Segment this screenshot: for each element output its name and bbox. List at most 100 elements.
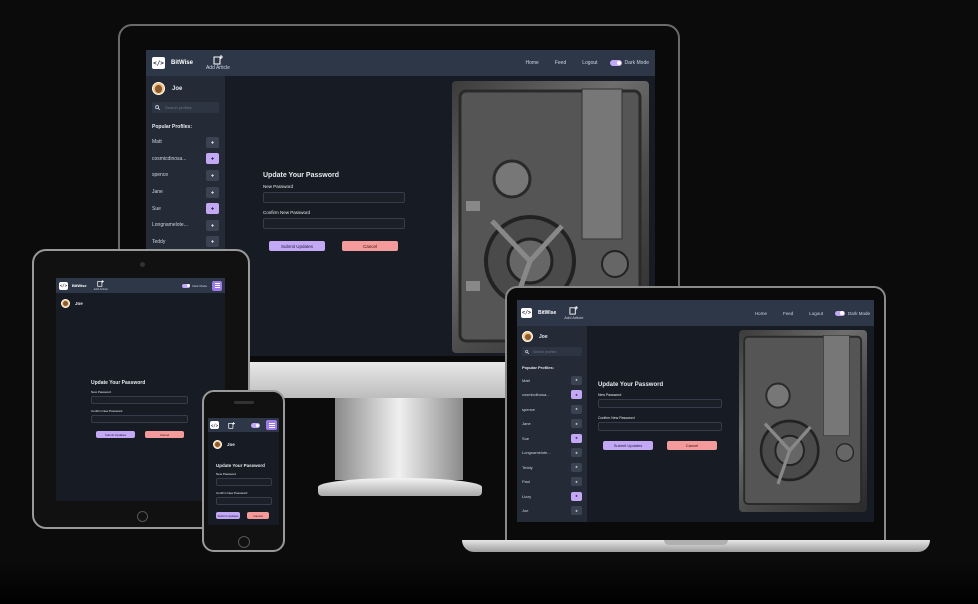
dark-mode-toggle[interactable] (182, 283, 191, 288)
profile-list-item[interactable]: Jane ✚ (152, 184, 219, 201)
profile-name: Matt (152, 139, 162, 146)
search-icon (155, 105, 160, 110)
search-icon (525, 349, 529, 354)
confirm-password-field[interactable] (216, 497, 272, 505)
profile-list-item[interactable]: Teddy ✚ (522, 460, 582, 475)
hamburger-icon[interactable] (212, 280, 222, 291)
profile-list-item[interactable]: spence ✚ (522, 402, 582, 417)
brand-name[interactable]: BitWise (171, 60, 193, 66)
follow-user-icon[interactable]: ✚ (571, 404, 582, 414)
add-article-link[interactable]: Add Article (94, 280, 108, 291)
profile-list-item[interactable]: cosmicdinosa... ✚ (152, 151, 219, 168)
dark-mode-toggle[interactable] (834, 310, 845, 316)
profile-name: spence (522, 406, 535, 412)
follow-user-icon[interactable]: ✚ (206, 236, 219, 248)
tablet-screen: </> BitWise Add Article Dark Mode Joe Up… (56, 278, 225, 501)
nav-logout[interactable]: Logout (582, 60, 597, 66)
navbar: </> BitWise Add Article Home Feed Logout… (517, 300, 874, 326)
confirm-password-field[interactable] (263, 218, 405, 229)
profile-name: Jane (522, 421, 531, 427)
profile-list-item[interactable]: Joe ✚ (522, 504, 582, 519)
profile-name: Paul (522, 479, 531, 485)
profile-list-item[interactable]: Sue ✚ (152, 200, 219, 217)
user-profile[interactable]: Joe (61, 299, 83, 308)
follow-user-icon[interactable]: ✚ (571, 390, 582, 400)
logo-icon[interactable]: </> (210, 421, 219, 429)
follow-user-icon[interactable]: ✚ (571, 448, 582, 458)
profile-list-item[interactable]: Longnamelote... ✚ (152, 217, 219, 234)
follow-user-icon[interactable]: ✚ (571, 477, 582, 487)
new-password-field[interactable] (263, 192, 405, 203)
submit-button[interactable]: Submit Updates (96, 431, 135, 438)
submit-button[interactable]: Submit Updates (603, 441, 653, 450)
profile-name: cosmicdinosa... (522, 392, 550, 398)
profile-list-item[interactable]: Jane ✚ (522, 417, 582, 432)
nav-feed[interactable]: Feed (783, 311, 793, 316)
follow-user-icon[interactable]: ✚ (571, 462, 582, 472)
follow-user-icon[interactable]: ✚ (206, 219, 219, 231)
follow-user-icon[interactable]: ✚ (206, 186, 219, 198)
profile-list-item[interactable]: spence ✚ (152, 167, 219, 184)
new-password-field[interactable] (91, 396, 188, 404)
add-article-link[interactable]: Add Article (564, 306, 583, 320)
dark-mode-toggle[interactable] (609, 60, 622, 66)
follow-user-icon[interactable]: ✚ (571, 491, 582, 501)
logo-icon[interactable]: </> (59, 281, 68, 290)
profile-list-item[interactable]: Longnamelote... ✚ (522, 446, 582, 461)
document-plus-icon[interactable] (228, 421, 235, 429)
profile-name: Lizzy (522, 493, 532, 499)
submit-button[interactable]: Submit Updates (216, 512, 240, 519)
follow-user-icon[interactable]: ✚ (206, 153, 219, 165)
nav-home[interactable]: Home (526, 60, 539, 66)
follow-user-icon[interactable]: ✚ (571, 433, 582, 443)
nav-home[interactable]: Home (755, 311, 767, 316)
username: Joe (172, 85, 183, 92)
hamburger-icon[interactable] (266, 420, 277, 430)
brand-name[interactable]: BitWise (538, 310, 556, 316)
confirm-password-label: Confirm New Password (598, 416, 635, 420)
brand-name[interactable]: BitWise (72, 283, 87, 288)
new-password-label: New Password (598, 393, 622, 397)
add-article-link[interactable]: Add Article (206, 55, 230, 71)
profile-list-item[interactable]: Sue ✚ (522, 431, 582, 446)
laptop-screen: </> BitWise Add Article Home Feed Logout… (517, 300, 874, 522)
profile-list-item[interactable]: Teddy ✚ (152, 234, 219, 251)
new-password-label: New Password (216, 472, 237, 476)
logo-icon[interactable]: </> (152, 57, 165, 69)
confirm-password-field[interactable] (598, 422, 722, 431)
profile-name: Longnamelote... (152, 222, 188, 229)
cancel-button[interactable]: Cancel (247, 512, 269, 519)
username: Joe (227, 442, 235, 447)
follow-user-icon[interactable]: ✚ (206, 203, 219, 215)
follow-user-icon[interactable]: ✚ (206, 169, 219, 181)
cancel-button[interactable]: Cancel (145, 431, 184, 438)
search-input[interactable]: Search profiles (522, 347, 582, 356)
search-input[interactable]: Search profiles (152, 102, 219, 113)
dark-mode-label: Dark Mode (624, 60, 649, 66)
nav-logout[interactable]: Logout (809, 311, 823, 316)
profile-list-item[interactable]: cosmicdinosa... ✚ (522, 388, 582, 403)
follow-user-icon[interactable]: ✚ (571, 375, 582, 385)
user-profile[interactable]: Joe (213, 440, 235, 449)
new-password-field[interactable] (216, 478, 272, 486)
cancel-button[interactable]: Cancel (667, 441, 717, 450)
confirm-password-field[interactable] (91, 415, 188, 423)
username: Joe (539, 333, 548, 340)
add-article-label: Add Article (93, 287, 108, 291)
profile-list-item[interactable]: Matt ✚ (522, 373, 582, 388)
submit-button[interactable]: Submit Updates (269, 241, 325, 251)
profile-list-item[interactable]: Paul ✚ (522, 475, 582, 490)
search-placeholder: Search profiles (165, 105, 192, 110)
logo-icon[interactable]: </> (521, 308, 532, 318)
user-profile[interactable]: Joe (522, 331, 582, 342)
cancel-button[interactable]: Cancel (342, 241, 398, 251)
nav-feed[interactable]: Feed (555, 60, 566, 66)
follow-user-icon[interactable]: ✚ (206, 136, 219, 148)
user-profile[interactable]: Joe (152, 82, 219, 95)
profile-list-item[interactable]: Matt ✚ (152, 134, 219, 151)
follow-user-icon[interactable]: ✚ (571, 506, 582, 516)
profile-list-item[interactable]: Lizzy ✚ (522, 489, 582, 504)
follow-user-icon[interactable]: ✚ (571, 419, 582, 429)
new-password-field[interactable] (598, 399, 722, 408)
dark-mode-toggle[interactable] (251, 422, 260, 428)
